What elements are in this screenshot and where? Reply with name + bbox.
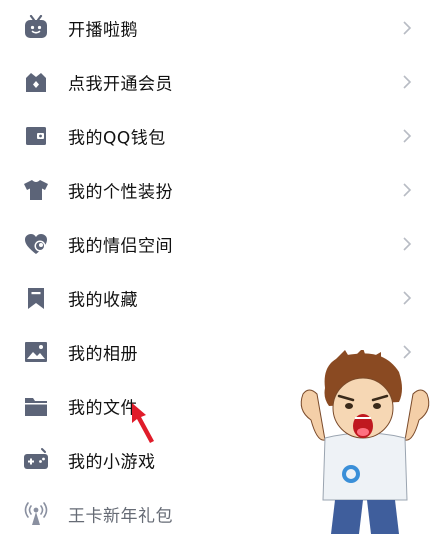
wallet-icon <box>22 122 50 150</box>
menu-item-label: 我的QQ钱包 <box>68 128 166 149</box>
tv-icon <box>22 14 50 42</box>
menu-item-favorites[interactable]: 我的收藏 <box>0 271 435 325</box>
crown-icon <box>22 68 50 96</box>
chevron-right-icon <box>403 21 412 35</box>
chevron-right-icon <box>403 291 412 305</box>
folder-icon <box>22 392 50 420</box>
menu-item-wallet[interactable]: 我的QQ钱包 <box>0 109 435 163</box>
shirt-icon <box>22 176 50 204</box>
menu-item-couple-space[interactable]: 我的情侣空间 <box>0 217 435 271</box>
menu-item-label: 点我开通会员 <box>68 74 173 95</box>
cartoon-mascot-sticker <box>300 350 430 534</box>
menu-item-label: 我的个性装扮 <box>68 182 173 203</box>
chevron-right-icon <box>403 75 412 89</box>
chevron-right-icon <box>403 183 412 197</box>
menu-item-label: 我的情侣空间 <box>68 236 173 257</box>
menu-item-live[interactable]: 开播啦鹅 <box>0 1 435 55</box>
menu-item-label: 王卡新年礼包 <box>68 506 173 527</box>
gamepad-icon <box>22 446 50 474</box>
photo-icon <box>22 338 50 366</box>
menu-item-theme[interactable]: 我的个性装扮 <box>0 163 435 217</box>
menu-item-label: 开播啦鹅 <box>68 20 138 41</box>
chevron-right-icon <box>403 129 412 143</box>
heart-icon <box>22 230 50 258</box>
bookmark-icon <box>22 284 50 312</box>
chevron-right-icon <box>403 237 412 251</box>
menu-item-label: 我的相册 <box>68 344 138 365</box>
signal-tower-icon <box>22 500 50 528</box>
menu-item-vip[interactable]: 点我开通会员 <box>0 55 435 109</box>
menu-item-label: 我的收藏 <box>68 290 138 311</box>
red-arrow-pointer <box>132 403 154 443</box>
